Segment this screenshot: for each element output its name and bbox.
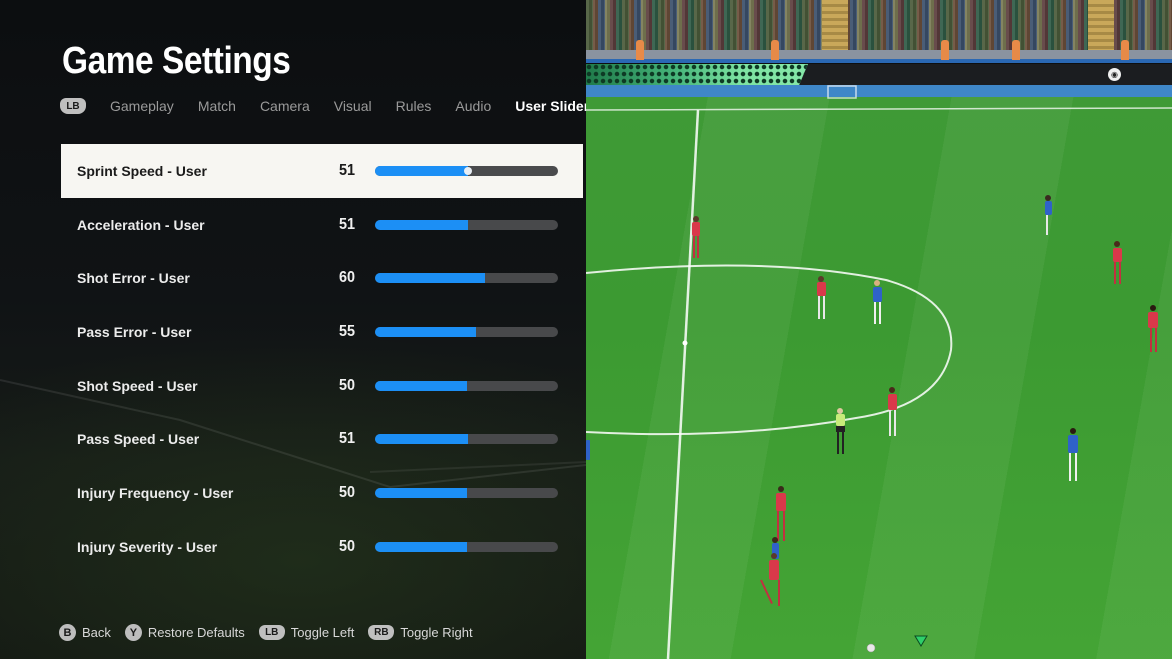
slider-value: 50	[338, 537, 355, 555]
tab-gameplay[interactable]: Gameplay	[110, 98, 174, 114]
rb-bumper-icon: RB	[368, 625, 395, 640]
player-home	[888, 387, 897, 436]
tab-match[interactable]: Match	[198, 98, 236, 114]
slider-track[interactable]	[375, 380, 558, 391]
slider-track[interactable]	[375, 541, 558, 552]
player-away	[873, 280, 882, 324]
slider-value: 51	[338, 430, 355, 448]
slider-track[interactable]	[375, 487, 558, 498]
slider-row-pass-speed[interactable]: Pass Speed - User 51	[61, 412, 583, 466]
settings-tabs: LB Gameplay Match Camera Visual Rules Au…	[60, 95, 586, 117]
tab-rules[interactable]: Rules	[396, 98, 432, 114]
slider-track[interactable]	[375, 434, 558, 445]
slider-label: Pass Error - User	[77, 323, 192, 340]
slider-value: 60	[338, 269, 355, 287]
tab-audio[interactable]: Audio	[455, 98, 491, 114]
restore-defaults-label: Restore Defaults	[147, 625, 245, 640]
slider-row-acceleration[interactable]: Acceleration - User 51	[61, 198, 583, 252]
slider-fill	[375, 487, 467, 498]
slider-fill	[375, 380, 467, 391]
player-home	[776, 486, 786, 541]
slider-row-shot-speed[interactable]: Shot Speed - User 50	[61, 359, 583, 413]
players-layer	[586, 195, 1158, 653]
slider-fill	[375, 273, 485, 284]
slider-label: Injury Frequency - User	[77, 484, 234, 501]
slider-row-injury-frequency[interactable]: Injury Frequency - User 50	[61, 466, 583, 520]
slider-track[interactable]	[375, 165, 558, 176]
y-button-icon: Y	[124, 624, 142, 641]
slider-label: Shot Error - User	[77, 270, 190, 287]
slider-fill	[375, 326, 476, 337]
slider-list: Sprint Speed - User 51 Acceleration - Us…	[61, 144, 583, 574]
settings-panel: Game Settings LB Gameplay Match Camera V…	[0, 0, 586, 659]
slider-fill	[375, 219, 469, 230]
lb-bumper-icon[interactable]: LB	[60, 98, 86, 114]
slider-handle[interactable]	[464, 166, 473, 175]
slider-label: Shot Speed - User	[77, 377, 198, 394]
restore-defaults-button[interactable]: Y Restore Defaults	[124, 624, 245, 641]
match-preview: ◉	[586, 0, 1172, 659]
slider-fill	[375, 541, 467, 552]
lb-bumper-icon: LB	[258, 625, 285, 640]
slider-label: Pass Speed - User	[77, 431, 200, 448]
player-home	[760, 553, 780, 606]
button-hints: B Back Y Restore Defaults LB Toggle Left…	[59, 624, 487, 641]
back-button[interactable]: B Back	[59, 624, 111, 641]
tab-visual[interactable]: Visual	[334, 98, 372, 114]
player-away	[1045, 195, 1052, 235]
player-home	[1148, 305, 1158, 352]
slider-track[interactable]	[375, 273, 558, 284]
slider-row-injury-severity[interactable]: Injury Severity - User 50	[61, 520, 583, 574]
player-away	[586, 440, 590, 460]
player-away	[1068, 428, 1078, 481]
slider-track[interactable]	[375, 219, 558, 230]
slider-row-shot-error[interactable]: Shot Error - User 60	[61, 251, 583, 305]
slider-value: 55	[338, 322, 355, 340]
b-button-icon: B	[59, 624, 76, 641]
slider-label: Acceleration - User	[77, 216, 205, 233]
slider-track[interactable]	[375, 326, 558, 337]
player-home	[1113, 241, 1122, 284]
ball-icon	[866, 643, 876, 653]
slider-label: Injury Severity - User	[77, 538, 218, 555]
slider-row-pass-error[interactable]: Pass Error - User 55	[61, 305, 583, 359]
slider-label: Sprint Speed - User	[77, 162, 207, 179]
tab-camera[interactable]: Camera	[260, 98, 310, 114]
toggle-right-button[interactable]: RB Toggle Right	[368, 625, 473, 640]
toggle-left-button[interactable]: LB Toggle Left	[258, 625, 355, 640]
slider-value: 50	[338, 483, 355, 501]
tab-user-sliders[interactable]: User Sliders	[515, 98, 586, 114]
player-home	[817, 276, 826, 319]
slider-value: 50	[338, 376, 355, 394]
back-label: Back	[82, 625, 111, 640]
referee	[836, 408, 845, 454]
slider-fill	[375, 165, 469, 176]
slider-value: 51	[338, 161, 355, 179]
player-home	[692, 216, 700, 258]
toggle-right-label: Toggle Right	[400, 625, 473, 640]
toggle-left-label: Toggle Left	[290, 625, 355, 640]
slider-value: 51	[338, 215, 355, 233]
slider-fill	[375, 434, 469, 445]
page-title: Game Settings	[62, 40, 291, 82]
player-indicator-icon	[914, 635, 928, 647]
slider-row-sprint-speed[interactable]: Sprint Speed - User 51	[61, 144, 583, 198]
